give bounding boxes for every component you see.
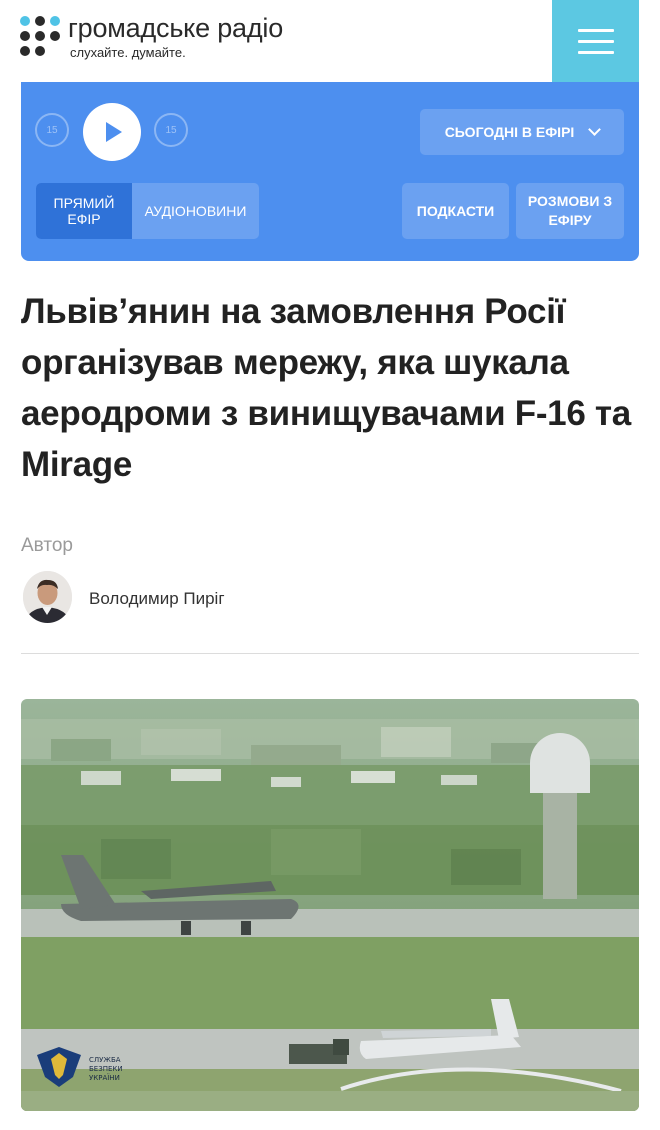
divider xyxy=(21,653,639,654)
rewind-15-icon: 15 xyxy=(46,124,58,136)
sbu-logo-line-3: УКРАЇНИ xyxy=(89,1073,120,1082)
sbu-logo-line-2: БЕЗПЕКИ xyxy=(89,1065,123,1073)
sbu-logo-line-1: СЛУЖБА xyxy=(89,1056,121,1064)
play-button[interactable] xyxy=(83,103,141,161)
player-tabs: ПРЯМИЙ ЕФІР АУДІОНОВИНИ xyxy=(36,183,259,239)
dots-logo-icon xyxy=(20,14,60,56)
conversations-button[interactable]: РОЗМОВИ З ЕФІРУ xyxy=(516,183,624,239)
logo-title: громадське радіо xyxy=(68,13,284,43)
author-label: Автор xyxy=(21,535,73,556)
forward-15-button[interactable]: 15 xyxy=(154,113,188,147)
site-logo[interactable]: громадське радіо слухайте. думайте. xyxy=(20,14,283,60)
site-header: громадське радіо слухайте. думайте. xyxy=(0,0,660,82)
author-avatar[interactable] xyxy=(23,571,72,623)
today-on-air-label: СЬОГОДНІ В ЕФІРІ xyxy=(444,124,575,140)
tab-live[interactable]: ПРЯМИЙ ЕФІР xyxy=(36,183,132,239)
rewind-15-button[interactable]: 15 xyxy=(35,113,69,147)
forward-15-icon: 15 xyxy=(165,124,177,136)
hamburger-menu-button[interactable] xyxy=(552,0,639,82)
article-image: СЛУЖБА БЕЗПЕКИ УКРАЇНИ xyxy=(21,699,639,1111)
logo-subtitle: слухайте. думайте. xyxy=(70,45,186,60)
article-title: Львів’янин на замовлення Росії організув… xyxy=(21,292,631,484)
tab-audio-news[interactable]: АУДІОНОВИНИ xyxy=(132,183,259,239)
hamburger-menu-icon xyxy=(577,28,614,32)
today-on-air-dropdown[interactable]: СЬОГОДНІ В ЕФІРІ xyxy=(420,109,624,155)
podcasts-button[interactable]: ПОДКАСТИ xyxy=(402,183,509,239)
author-name-link[interactable]: Володимир Пиріг xyxy=(89,589,225,609)
chevron-down-icon xyxy=(588,123,602,136)
radio-player: 15 15 СЬОГОДНІ В ЕФІРІ ПРЯМИЙ ЕФІР АУДІО… xyxy=(21,82,639,261)
